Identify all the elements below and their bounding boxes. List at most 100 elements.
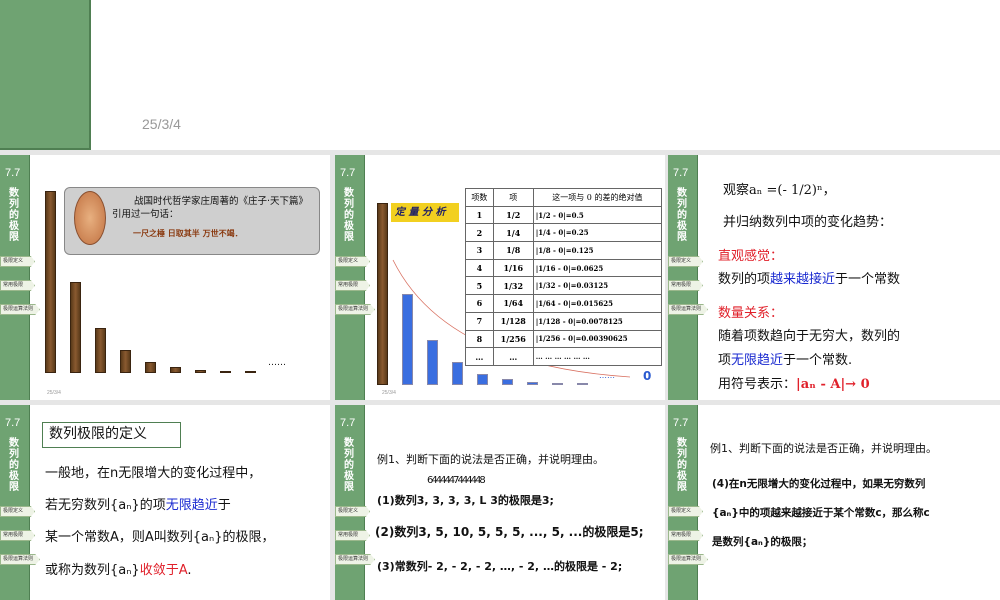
table-cell: 1/32 — [492, 276, 534, 296]
text: 于 — [217, 498, 231, 513]
table-cell: 1/4 — [492, 223, 534, 243]
sidebar-nav-tab[interactable]: 极限运算法则 — [335, 304, 375, 315]
slide-5[interactable]: 7.7 数列的极限 例1、判断下面的说法是否正确，并说明理由。 644444744… — [335, 405, 665, 600]
sidebar-nav-tab[interactable]: 极限运算法则 — [0, 304, 40, 315]
statement-1: (1)数列3, 3, 3, 3, L 3的极限是3; — [377, 494, 554, 507]
sidebar-nav-tab[interactable]: 常用极限 — [0, 530, 35, 541]
text: 项 — [718, 353, 732, 368]
text-line: 某一个常数A，则A叫数列{aₙ}的极限， — [45, 530, 275, 545]
table-row: 4 1/16 |1/16 - 0|=0.0625 — [465, 258, 663, 278]
slide-sidebar: 7.7 数列的极限 — [0, 405, 30, 600]
ellipsis: …… — [599, 371, 615, 380]
slide-sidebar: 7.7 数列的极限 — [668, 405, 698, 600]
text-line: 若无穷数列{aₙ}的项无限趋近于 — [45, 494, 231, 513]
table-row: 7 1/128 |1/128 - 0|=0.0078125 — [465, 311, 663, 331]
slide-date: 25/3/4 — [382, 390, 396, 396]
table-row: 2 1/4 |1/4 - 0|=0.25 — [465, 223, 663, 243]
slide-sidebar: 7.7 数列的极限 — [335, 405, 365, 600]
table-cell: |1/64 - 0|=0.015625 — [532, 294, 663, 313]
sequence-bar — [552, 382, 563, 385]
definition-title: 数列极限的定义 — [42, 422, 181, 448]
text: 或称为数列{aₙ} — [45, 563, 140, 578]
question: 例1、判断下面的说法是否正确，并说明理由。 — [710, 442, 937, 455]
heading-quantitative: 数量关系： — [718, 306, 784, 321]
table-row: 5 1/32 |1/32 - 0|=0.03125 — [465, 276, 663, 296]
statement-4-line: 是数列{aₙ}的极限； — [712, 536, 813, 548]
table-cell: |1/4 - 0|=0.25 — [532, 223, 663, 243]
table-cell: 1/256 — [492, 329, 534, 349]
brace-artifact: 6444447444448 — [427, 475, 486, 486]
sequence-bar — [220, 371, 231, 373]
table-cell: 1 — [465, 205, 494, 225]
section-number: 7.7 — [340, 417, 356, 429]
sequence-bar — [45, 191, 56, 373]
text-line: 数列的项越来越接近于一个常数 — [718, 268, 900, 287]
sequence-bar — [120, 350, 131, 373]
text-line: 项无限趋近于一个常数. — [718, 349, 852, 368]
slide-date: 25/3/4 — [142, 116, 181, 132]
sidebar-nav-tab[interactable]: 常用极限 — [335, 530, 370, 541]
sidebar-nav-tab[interactable]: 极限定义 — [668, 256, 703, 267]
section-title: 数列的极限 — [9, 438, 19, 493]
table-cell: 1/128 — [492, 311, 534, 331]
sidebar-nav-tab[interactable]: 极限运算法则 — [668, 304, 708, 315]
sidebar-nav-tab[interactable]: 极限定义 — [0, 506, 35, 517]
table-cell: 4 — [465, 258, 494, 278]
highlight: 无限趋近 — [165, 498, 218, 513]
sequence-table: 项数项这一项与 0 的差的绝对值 1 1/2 |1/2 - 0|=0.5 2 1/4 |1/… — [465, 188, 663, 366]
quote: 一尺之棰 日取其半 万世不竭． — [133, 229, 243, 238]
sidebar-nav-tab[interactable]: 极限定义 — [335, 506, 370, 517]
heading-intuition: 直观感觉： — [718, 249, 784, 264]
table-cell: … … … … … … — [532, 347, 663, 366]
table-cell: 3 — [465, 241, 494, 260]
table-cell: 1/64 — [492, 294, 534, 313]
text: 于一个常数 — [835, 272, 901, 287]
sidebar-nav-tab[interactable]: 极限定义 — [668, 506, 703, 517]
sequence-bar — [195, 370, 206, 373]
sidebar-nav-tab[interactable]: 极限运算法则 — [335, 554, 375, 565]
sidebar-nav-tab[interactable]: 极限定义 — [335, 256, 370, 267]
table-header: 项数 — [465, 188, 494, 207]
table-cell: |1/8 - 0|=0.125 — [532, 241, 663, 260]
table-cell: 2 — [465, 223, 494, 243]
slide-1[interactable]: 7.7 数列的极限 战国时代哲学家庄周著的《庄子·天下篇》引用过一句话： 一尺之棰… — [0, 155, 330, 400]
text-line: 或称为数列{aₙ}收敛于A. — [45, 559, 192, 578]
sidebar-nav-tab[interactable]: 极限定义 — [0, 256, 35, 267]
text-line: 并归纳数列中项的变化趋势： — [723, 215, 893, 230]
highlight: 越来越接近 — [770, 272, 836, 287]
sidebar-nav-tab[interactable]: 常用极限 — [668, 280, 703, 291]
slide-3[interactable]: 7.7 数列的极限 观察aₙ =(- 1/2)ⁿ， 并归纳数列中项的变化趋势： 直… — [668, 155, 1000, 400]
sequence-bar — [577, 383, 588, 385]
section-title: 数列的极限 — [344, 438, 354, 493]
text: 用符号表示： — [718, 377, 797, 392]
table-cell: 1/16 — [492, 258, 534, 278]
text-line: 一般地，在n无限增大的变化过程中， — [45, 466, 262, 481]
slide-sidebar — [0, 0, 91, 150]
sidebar-nav-tab[interactable]: 常用极限 — [0, 280, 35, 291]
slide-6[interactable]: 7.7 数列的极限 例1、判断下面的说法是否正确，并说明理由。 (4)在n无限增大… — [668, 405, 1000, 600]
table-cell: 6 — [465, 294, 494, 313]
sidebar-nav-tab[interactable]: 常用极限 — [668, 530, 703, 541]
slide-2[interactable]: 7.7 数列的极限 定 量 分 析 项数项这一项与 0 的差的绝对值 1 1/2 |1/… — [335, 155, 665, 400]
table-cell: 5 — [465, 276, 494, 296]
table-row: 6 1/64 |1/64 - 0|=0.015625 — [465, 294, 663, 313]
sequence-bar — [502, 379, 513, 385]
section-title: 数列的极限 — [677, 188, 687, 243]
sequence-bar — [170, 367, 181, 373]
statement-4-line: {aₙ}中的项越来越接近于某个常数c，那么称c — [712, 507, 930, 519]
sidebar-nav-tab[interactable]: 极限运算法则 — [0, 554, 40, 565]
sidebar-nav-tab[interactable]: 常用极限 — [335, 280, 370, 291]
section-number: 7.7 — [673, 167, 689, 179]
slide-top[interactable]: 25/3/4 — [0, 0, 1000, 150]
text: 数列的项 — [718, 272, 771, 287]
slide-4[interactable]: 7.7 数列的极限 数列极限的定义 一般地，在n无限增大的变化过程中， 若无穷数列… — [0, 405, 330, 600]
table-header: 这一项与 0 的差的绝对值 — [532, 188, 663, 207]
statement-3: (3)常数列- 2, - 2, - 2, …, - 2, …的极限是 - 2; — [377, 560, 623, 573]
sidebar-nav-tab[interactable]: 极限运算法则 — [668, 554, 708, 565]
sequence-bar — [95, 327, 106, 373]
sequence-bar — [427, 339, 438, 385]
limit-zero: 0 — [643, 369, 652, 383]
table-cell: |1/16 - 0|=0.0625 — [532, 258, 663, 278]
table-cell: 1/2 — [492, 205, 534, 225]
table-row: ……… … … … … … — [465, 347, 663, 366]
